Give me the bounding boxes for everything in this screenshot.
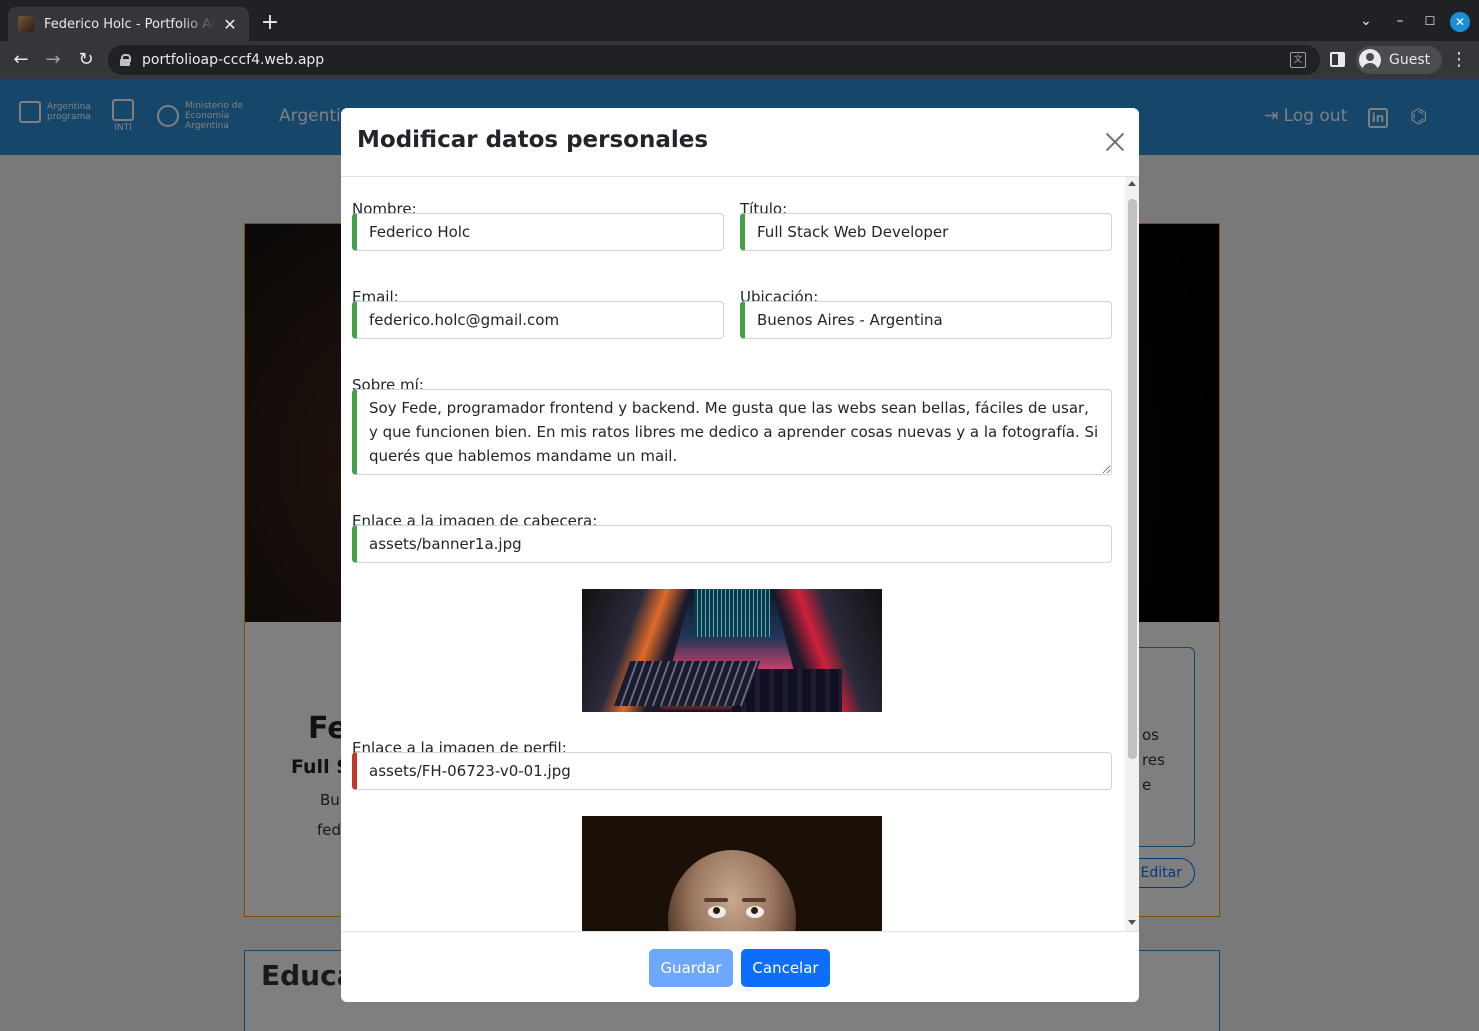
modal-title: Modificar datos personales: [357, 127, 709, 153]
reload-icon[interactable]: ↻: [74, 48, 98, 72]
modal-body: Nombre: Título: Email: Ubicación: Sobre …: [341, 177, 1139, 931]
profile-preview-image: [582, 816, 882, 931]
browser-tabbar: Federico Holc - Portfolio Argentina Prog…: [0, 0, 1479, 41]
modal-footer: Guardar Cancelar: [341, 931, 1139, 1002]
nombre-input[interactable]: [352, 213, 724, 251]
tab-title: Federico Holc - Portfolio Argentina Prog…: [44, 16, 215, 32]
save-button[interactable]: Guardar: [649, 949, 733, 987]
pp-head: [668, 850, 796, 931]
email-input[interactable]: [352, 301, 724, 339]
window-close-button[interactable]: ✕: [1450, 12, 1470, 32]
modal-header: Modificar datos personales: [341, 108, 1139, 177]
ubicacion-input[interactable]: [740, 301, 1112, 339]
profile-button[interactable]: Guest: [1356, 46, 1442, 74]
modal-scrollbar[interactable]: [1125, 177, 1139, 931]
banner-url-input[interactable]: [352, 525, 1112, 563]
pp-brow: [704, 898, 728, 902]
new-tab-button[interactable]: +: [258, 11, 282, 35]
profile-label: Guest: [1389, 52, 1431, 68]
profile-url-input[interactable]: [352, 752, 1112, 790]
url-text[interactable]: portfolioap-cccf4.web.app: [142, 52, 324, 68]
minimize-button[interactable]: –: [1389, 10, 1411, 32]
sobre-mi-textarea[interactable]: Soy Fede, programador frontend y backend…: [352, 389, 1112, 475]
pp-brow: [742, 898, 766, 902]
scroll-thumb[interactable]: [1128, 199, 1137, 759]
close-icon[interactable]: [1103, 130, 1127, 154]
favicon-icon: [18, 16, 34, 32]
forward-icon[interactable]: →: [41, 48, 65, 72]
banner-preview-image: [582, 589, 882, 712]
browser-toolbar: ← → ↻ portfolioap-cccf4.web.app 文 Guest …: [0, 41, 1479, 79]
edit-personal-data-modal: Modificar datos personales Nombre: Títul…: [341, 108, 1139, 1002]
avatar-icon: [1359, 49, 1381, 71]
tab-search-icon[interactable]: ⌄: [1355, 10, 1377, 32]
bp-screen: [694, 589, 770, 637]
tab-close-icon[interactable]: ✕: [221, 15, 239, 34]
pp-eye: [708, 906, 726, 918]
back-icon[interactable]: ←: [9, 48, 33, 72]
lock-icon[interactable]: [120, 54, 131, 66]
browser-menu-icon[interactable]: ⋮: [1450, 49, 1468, 70]
browser-tab[interactable]: Federico Holc - Portfolio Argentina Prog…: [8, 7, 249, 41]
scroll-up-icon[interactable]: [1128, 181, 1136, 186]
scroll-down-icon[interactable]: [1128, 920, 1136, 925]
translate-icon[interactable]: 文: [1290, 52, 1306, 68]
side-panel-icon[interactable]: [1330, 52, 1345, 67]
bp-keyboard: [613, 661, 761, 706]
cancel-button[interactable]: Cancelar: [741, 949, 830, 987]
maximize-button[interactable]: ☐: [1419, 10, 1441, 32]
titulo-input[interactable]: [740, 213, 1112, 251]
pp-eye: [746, 906, 764, 918]
address-bar[interactable]: portfolioap-cccf4.web.app 文: [108, 45, 1320, 75]
